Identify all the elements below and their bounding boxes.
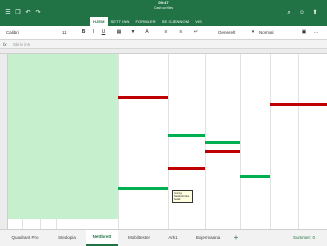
chevron-down-icon[interactable]: ▾ <box>249 29 257 36</box>
spreadsheet-grid[interactable] <box>0 49 327 229</box>
add-sheet-button[interactable]: + <box>230 230 242 246</box>
sheet-tab-nettbrett[interactable]: Nettbrett <box>86 230 118 246</box>
tab-view[interactable]: VIS <box>192 17 205 26</box>
fill-color-icon[interactable]: ▼ <box>128 29 138 36</box>
green-cell <box>168 134 205 137</box>
column-divider <box>270 54 271 229</box>
sheet-tab-quadrant-pro[interactable]: Quadrant Pro <box>2 230 48 246</box>
sheet-tab-bar: Quadrant Pro Stedopia Nettbrett Mobiltes… <box>0 229 327 246</box>
highlighted-range <box>8 54 118 219</box>
sheet-tab-bojermaana[interactable]: Bojermaana <box>187 230 229 246</box>
column-divider <box>118 54 119 229</box>
borders-icon[interactable]: ▦ <box>114 29 124 36</box>
formula-bar: fx Skriv inn <box>0 40 327 49</box>
red-cell <box>118 96 168 99</box>
underline-button[interactable]: U <box>100 29 107 36</box>
align-left-icon[interactable]: ≡ <box>160 29 172 36</box>
file-icon[interactable]: ❐ <box>14 10 22 17</box>
row-headers <box>0 54 8 229</box>
sheet-tab-stedopia[interactable]: Stedopia <box>49 230 85 246</box>
tab-formulas[interactable]: FORMLER <box>132 17 158 26</box>
font-color-icon[interactable]: A <box>142 29 152 36</box>
tab-home[interactable]: HJEM <box>90 17 108 26</box>
file-title: Cash ow files <box>154 6 173 10</box>
column-divider <box>168 54 169 229</box>
home-ribbon: Calibri 11 B I U ▦ ▼ A ≡ ≡ ↵ Generelt ▾ … <box>0 26 327 40</box>
green-cell <box>118 187 168 190</box>
column-divider <box>240 54 241 229</box>
red-cell <box>205 150 240 153</box>
font-family-select[interactable]: Calibri <box>6 30 36 36</box>
red-cell <box>298 103 327 106</box>
account-icon[interactable]: ☺ <box>298 10 306 17</box>
back-icon[interactable]: ☰ <box>4 10 12 17</box>
font-size-select[interactable]: 11 <box>62 30 67 36</box>
tab-insert[interactable]: SETT INN <box>108 17 133 26</box>
green-cell <box>240 175 270 178</box>
cell-style-select[interactable]: Normal <box>259 30 274 36</box>
column-divider <box>298 54 299 229</box>
undo-icon[interactable]: ↶ <box>24 10 32 17</box>
search-icon[interactable]: ⌕ <box>285 10 293 17</box>
wrap-text-icon[interactable]: ↵ <box>190 29 202 36</box>
tab-review[interactable]: SE GJENNOM <box>159 17 192 26</box>
bold-button[interactable]: B <box>80 29 87 36</box>
ribbon-tabs: HJEM SETT INN FORMLER SE GJENNOM VIS <box>90 17 205 26</box>
top-bar: 09:47 Cash ow files ☰ ❐ ↶ ↷ ⌕ ☺ ⬆ HJEM S… <box>0 0 327 26</box>
red-cell <box>270 103 298 106</box>
italic-button[interactable]: I <box>90 29 97 36</box>
sum-status: Summer: 0 <box>292 235 315 240</box>
number-format-select[interactable]: Generelt <box>218 30 235 36</box>
redo-icon[interactable]: ↷ <box>34 10 42 17</box>
fx-icon: fx <box>3 42 7 47</box>
green-cell <box>205 141 240 144</box>
comment-note: Gurvig: Nettbrett ikke betalt <box>172 190 193 203</box>
excel-app: 09:47 Cash ow files ☰ ❐ ↶ ↷ ⌕ ☺ ⬆ HJEM S… <box>0 0 327 246</box>
share-icon[interactable]: ⬆ <box>311 10 319 17</box>
sheet-tab-ark1[interactable]: Ark1 <box>160 230 186 246</box>
align-center-icon[interactable]: ≡ <box>175 29 187 36</box>
more-icon[interactable]: … <box>312 29 320 36</box>
formula-input[interactable]: Skriv inn <box>13 42 30 48</box>
red-cell <box>168 167 205 170</box>
table-icon[interactable]: ▣ <box>300 29 308 36</box>
sheet-tab-mobiltester[interactable]: Mobiltester <box>119 230 159 246</box>
